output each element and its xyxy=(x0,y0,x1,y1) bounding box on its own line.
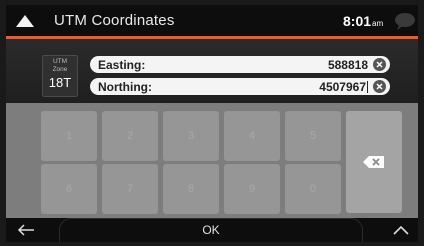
key-3[interactable]: 3 xyxy=(163,111,219,161)
backspace-key[interactable] xyxy=(346,111,402,213)
key-8[interactable]: 8 xyxy=(163,164,219,214)
up-button[interactable] xyxy=(6,5,44,36)
northing-label: Northing: xyxy=(98,80,152,94)
clear-icon xyxy=(376,83,383,90)
easting-field[interactable]: Easting: 588818 xyxy=(90,56,390,73)
clock-time: 8:01 xyxy=(343,13,372,29)
numeric-keypad: 1 2 3 4 5 6 7 8 9 0 xyxy=(6,103,418,218)
message-bubble-icon[interactable] xyxy=(394,12,416,30)
northing-field[interactable]: Northing: 4507967 xyxy=(90,78,390,95)
chevron-up-icon[interactable] xyxy=(392,223,410,237)
clock-suffix: am xyxy=(372,19,384,28)
utm-zone-label-2: Zone xyxy=(52,66,68,73)
key-1[interactable]: 1 xyxy=(41,111,97,161)
northing-clear-button[interactable] xyxy=(373,80,386,93)
easting-value: 588818 xyxy=(327,58,368,72)
clear-icon xyxy=(376,61,383,68)
key-6[interactable]: 6 xyxy=(41,164,97,214)
header-bar: UTM Coordinates 8:01am xyxy=(6,5,418,36)
northing-value: 4507967 xyxy=(319,80,366,94)
footer-bar: OK xyxy=(6,218,418,242)
back-arrow-icon[interactable] xyxy=(16,222,36,238)
easting-clear-button[interactable] xyxy=(373,58,386,71)
northing-value-wrap: 4507967 xyxy=(319,80,368,94)
key-5[interactable]: 5 xyxy=(285,111,341,161)
ok-button[interactable]: OK xyxy=(59,218,363,242)
app-window: UTM Coordinates 8:01am UTM Zone 18T East… xyxy=(6,5,418,242)
text-cursor xyxy=(367,81,368,93)
key-7[interactable]: 7 xyxy=(102,164,158,214)
key-4[interactable]: 4 xyxy=(224,111,280,161)
utm-zone-label-1: UTM xyxy=(52,58,68,65)
key-0[interactable]: 0 xyxy=(285,164,341,214)
utm-zone-value: 18T xyxy=(48,75,72,90)
page-title: UTM Coordinates xyxy=(54,12,175,29)
easting-label: Easting: xyxy=(98,58,146,72)
coordinate-input-panel: UTM Zone 18T Easting: 588818 Northing: 4… xyxy=(6,39,418,103)
backspace-icon xyxy=(363,156,384,168)
key-2[interactable]: 2 xyxy=(102,111,158,161)
clock: 8:01am xyxy=(343,13,383,29)
up-arrow-icon xyxy=(16,14,34,27)
key-9[interactable]: 9 xyxy=(224,164,280,214)
utm-zone-box[interactable]: UTM Zone 18T xyxy=(42,55,78,97)
